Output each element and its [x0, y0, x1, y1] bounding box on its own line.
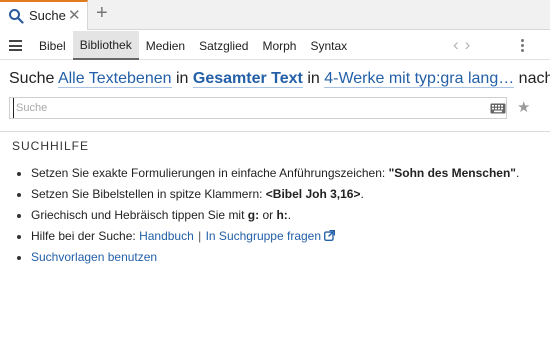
menu-item-bibel[interactable]: Bibel	[32, 31, 73, 60]
help-text: Setzen Sie exakte Formulierungen in einf…	[31, 166, 389, 180]
help-item-support: Hilfe bei der Suche: Handbuch | In Suchg…	[17, 226, 519, 247]
menu-item-satzglied[interactable]: Satzglied	[192, 31, 255, 60]
plus-icon[interactable]: +	[96, 2, 108, 25]
toolbar: Bibel Bibliothek Medien Satzglied Morph …	[0, 31, 550, 60]
external-link-icon[interactable]	[324, 230, 336, 241]
help-item-quotes: Setzen Sie exakte Formulierungen in einf…	[17, 163, 519, 184]
divider	[0, 131, 550, 132]
help-item-references: Setzen Sie Bibelstellen in spitze Klamme…	[17, 184, 519, 205]
tab-bar: Suche ✕ +	[0, 0, 550, 30]
help-example: <Bibel Joh 3,16>	[265, 187, 361, 201]
kebab-icon[interactable]	[521, 39, 525, 53]
search-sentence: Suche Alle Textebenen in Gesamter Text i…	[9, 70, 550, 88]
manual-link[interactable]: Handbuch	[139, 229, 194, 243]
help-item-templates: Suchvorlagen benutzen	[17, 247, 519, 268]
tab-label: Suche	[29, 8, 66, 23]
link-separator: |	[198, 229, 202, 243]
search-icon	[9, 9, 24, 24]
help-example: g:	[247, 208, 260, 222]
collection-selector[interactable]: 4-Werke mit typ:gra lang…	[324, 70, 515, 88]
menu-item-bibliothek[interactable]: Bibliothek	[72, 31, 139, 60]
search-box	[9, 97, 507, 119]
help-example: "Sohn des Menschen"	[388, 166, 516, 180]
menu-item-morph[interactable]: Morph	[255, 31, 303, 60]
menu-item-medien[interactable]: Medien	[139, 31, 192, 60]
chevron-right-icon[interactable]: ›	[465, 35, 477, 54]
help-example: h:	[276, 208, 288, 222]
search-input[interactable]	[13, 98, 483, 118]
sentence-suffix: nach	[518, 70, 550, 87]
help-text: Setzen Sie Bibelstellen in spitze Klamme…	[31, 187, 266, 201]
search-templates-link[interactable]: Suchvorlagen benutzen	[31, 250, 157, 264]
chevron-left-icon[interactable]: ‹	[453, 35, 465, 54]
help-punct: .	[515, 166, 520, 180]
star-icon[interactable]: ★	[517, 98, 530, 116]
tab-search[interactable]: Suche ✕	[0, 0, 88, 30]
help-text: Griechisch und Hebräisch tippen Sie mit	[31, 208, 248, 222]
help-title: SUCHHILFE	[12, 139, 90, 153]
help-text: or	[259, 208, 277, 222]
text-levels-selector[interactable]: Alle Textebenen	[57, 70, 172, 88]
history-nav: ‹›	[453, 35, 476, 55]
sentence-prefix: Suche	[9, 70, 55, 87]
sentence-in: in	[175, 70, 189, 87]
help-list: Setzen Sie exakte Formulierungen in einf…	[17, 163, 519, 268]
scope-selector[interactable]: Gesamter Text	[192, 70, 303, 88]
menu-item-syntax[interactable]: Syntax	[303, 31, 354, 60]
keyboard-icon[interactable]	[490, 103, 506, 114]
help-punct: .	[360, 187, 364, 201]
menu-bar: Bibel Bibliothek Medien Satzglied Morph …	[32, 31, 354, 60]
close-icon[interactable]: ✕	[68, 6, 81, 24]
help-text: Hilfe bei der Suche:	[31, 229, 140, 243]
help-punct: .	[287, 208, 292, 222]
search-group-link[interactable]: In Suchgruppe fragen	[206, 229, 321, 243]
hamburger-icon[interactable]	[9, 40, 22, 51]
help-item-languages: Griechisch und Hebräisch tippen Sie mit …	[17, 205, 519, 226]
sentence-in-2: in	[307, 70, 320, 87]
